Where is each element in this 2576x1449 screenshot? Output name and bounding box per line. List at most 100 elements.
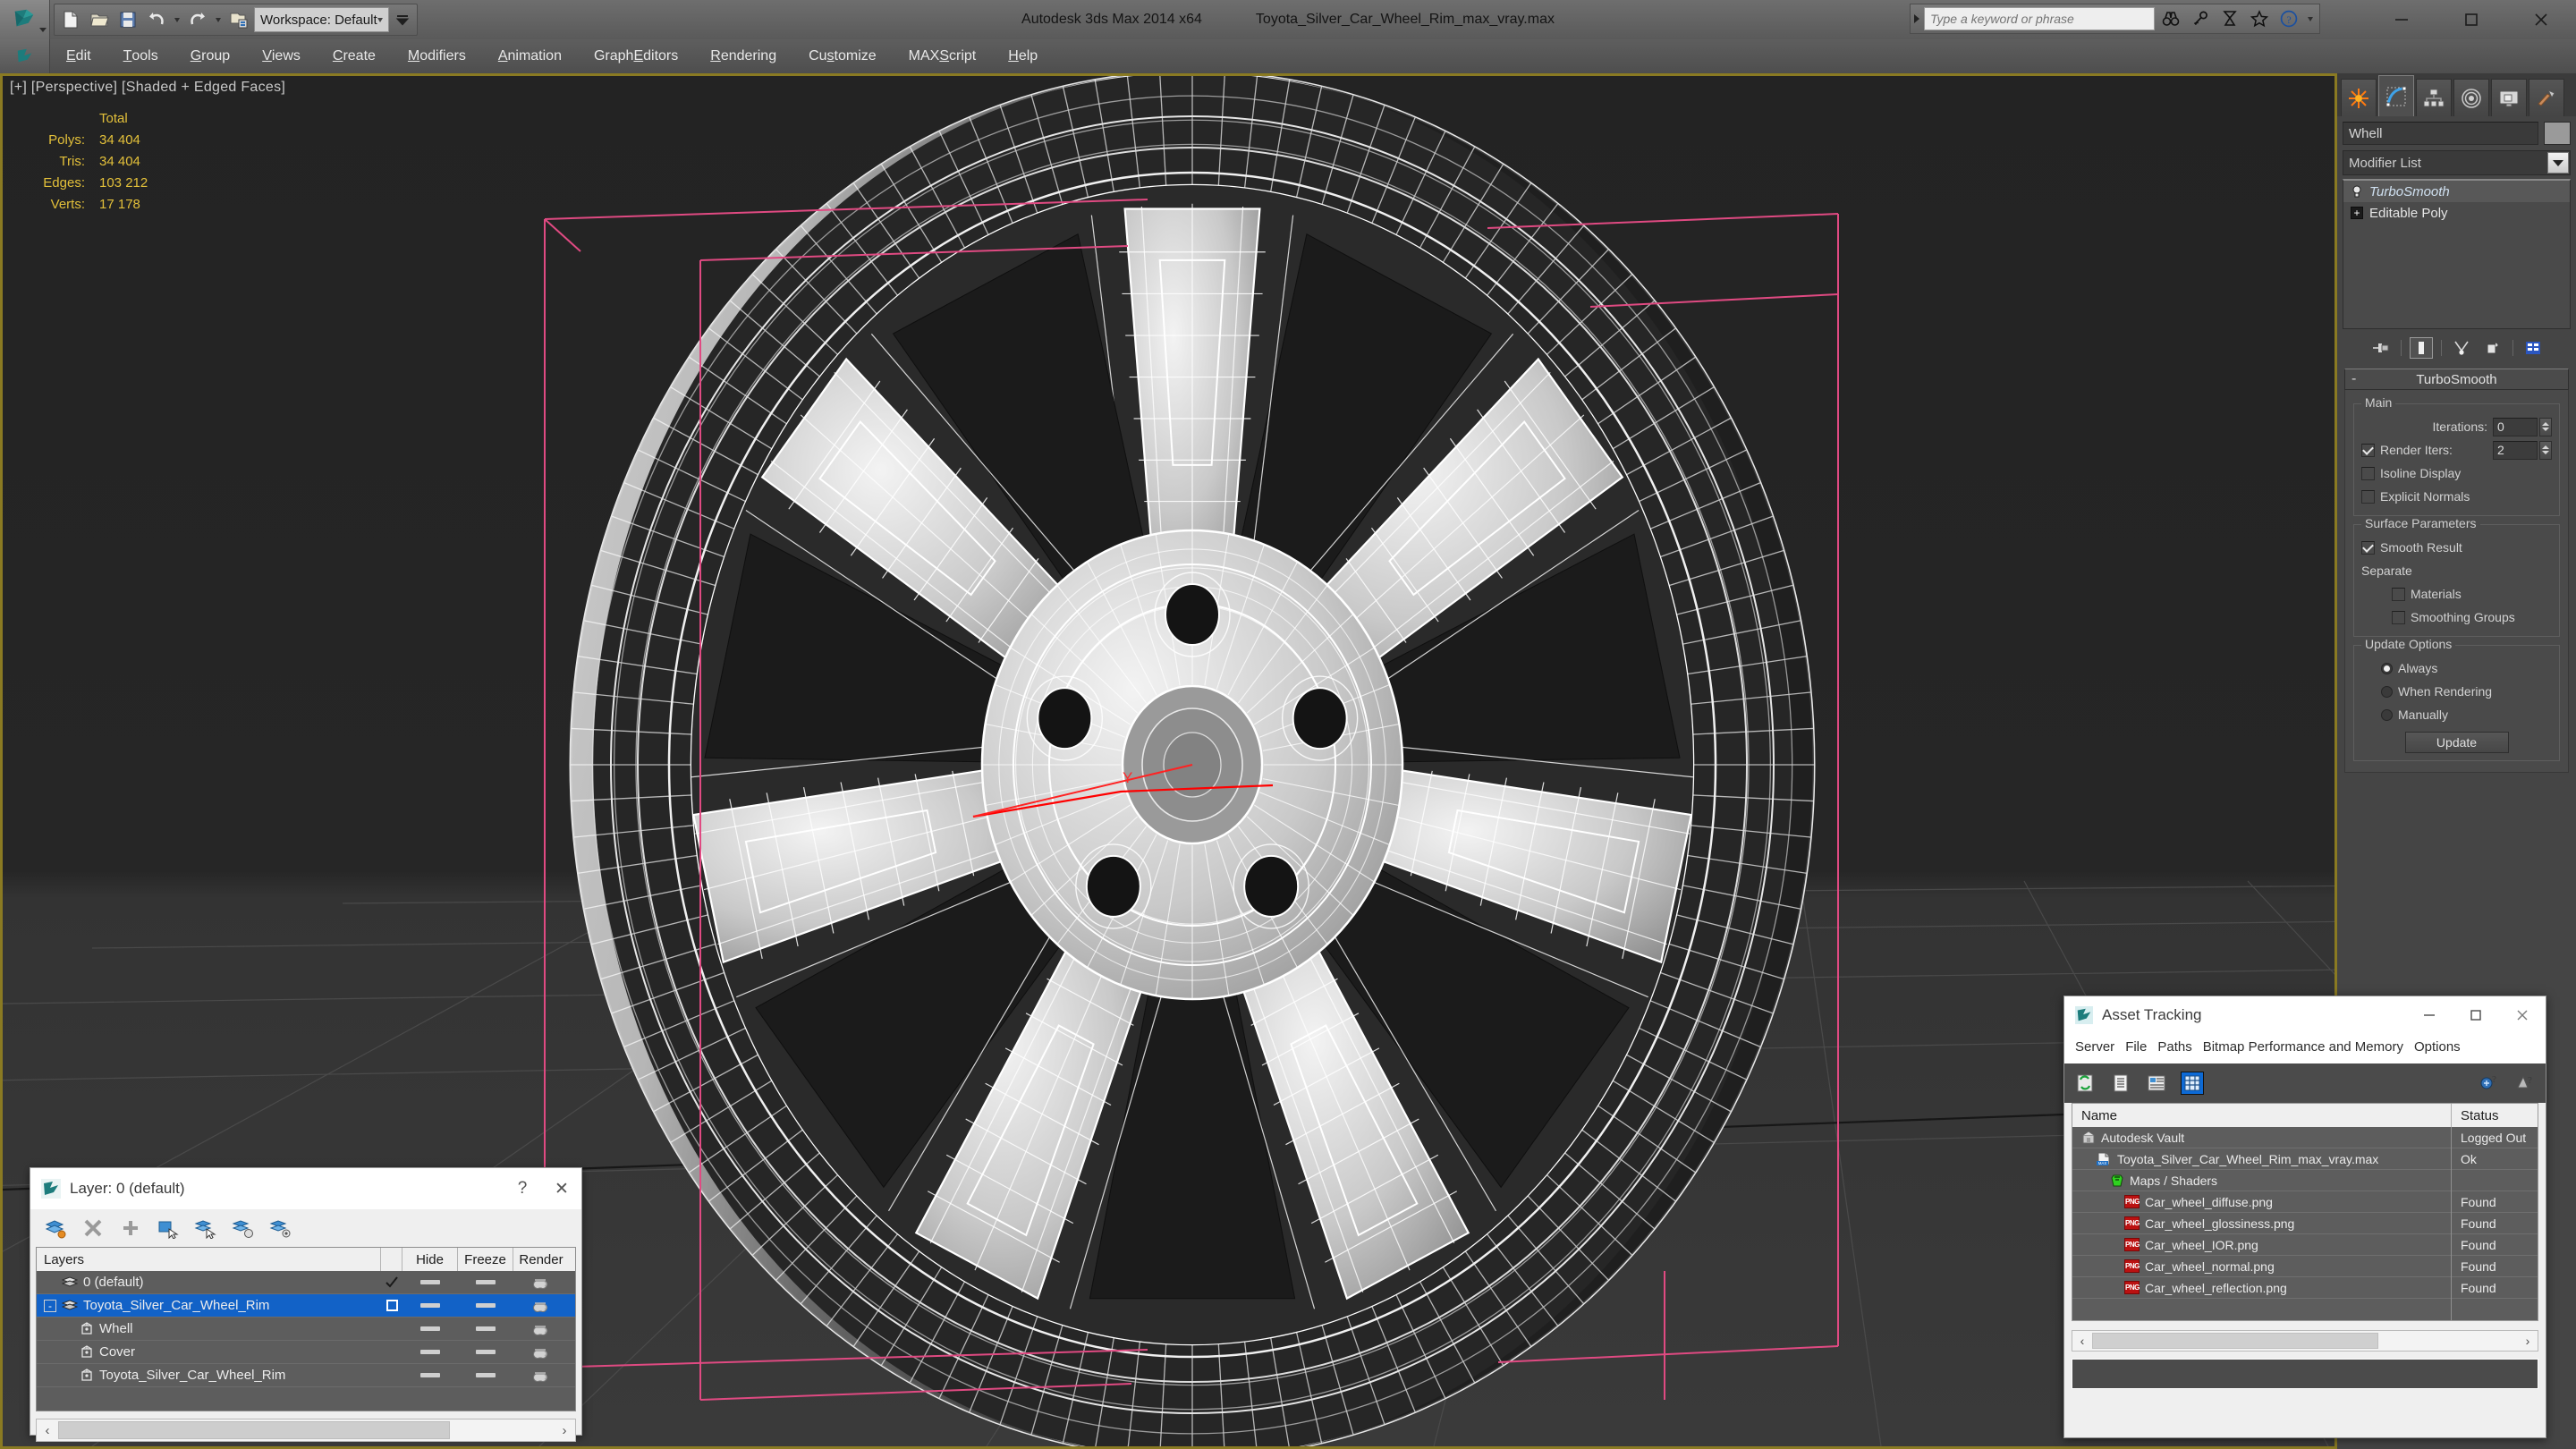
- column-freeze[interactable]: Freeze: [458, 1248, 513, 1271]
- layer-hide-toggle[interactable]: [402, 1373, 458, 1377]
- menu-item-animation[interactable]: Animation: [482, 39, 578, 73]
- layer-freeze-toggle[interactable]: [458, 1373, 513, 1377]
- detail-view-icon[interactable]: [2145, 1072, 2168, 1095]
- set-project-folder-icon[interactable]: [225, 6, 252, 33]
- column-status[interactable]: Status: [2452, 1104, 2538, 1127]
- workspace-selector[interactable]: Workspace: Default: [254, 7, 389, 32]
- asset-tracking-dialog[interactable]: Asset Tracking Server File Paths Bitmap Per…: [2063, 996, 2546, 1438]
- search-input[interactable]: [1924, 7, 2155, 30]
- asset-row[interactable]: PNG Car_wheel_reflection.png Found: [2072, 1276, 2538, 1299]
- spinner-arrows-icon[interactable]: [2539, 440, 2552, 460]
- search-binoculars-icon[interactable]: [2157, 6, 2184, 31]
- asset-row[interactable]: Maps / Shaders: [2072, 1169, 2538, 1191]
- update-always-row[interactable]: Always: [2361, 657, 2552, 680]
- hierarchy-tab[interactable]: [2416, 79, 2452, 116]
- rollout-collapse-icon[interactable]: -: [2351, 371, 2356, 387]
- asset-close-button[interactable]: [2499, 996, 2546, 1034]
- highlight-selected-objects-layer-icon[interactable]: [193, 1216, 218, 1241]
- redo-icon[interactable]: [184, 6, 211, 33]
- layer-render-toggle[interactable]: [513, 1368, 569, 1383]
- object-color-swatch[interactable]: [2544, 122, 2571, 145]
- smooth-result-checkbox[interactable]: [2361, 540, 2375, 555]
- layer-dialog[interactable]: Layer: 0 (default) ? ✕ Layers Hide Freez…: [30, 1167, 582, 1442]
- menu-item-create[interactable]: Create: [317, 39, 392, 73]
- layer-row[interactable]: Cover: [37, 1341, 575, 1364]
- layer-help-button[interactable]: ?: [503, 1168, 542, 1209]
- menu-item-maxscript[interactable]: MAX Script: [893, 39, 993, 73]
- asset-maximize-button[interactable]: [2453, 996, 2499, 1034]
- column-current[interactable]: [381, 1248, 402, 1271]
- layer-current-toggle[interactable]: [381, 1300, 402, 1311]
- explicit-normals-checkbox[interactable]: [2361, 489, 2375, 504]
- make-unique-icon[interactable]: [2450, 337, 2473, 359]
- menu-item-views[interactable]: Views: [246, 39, 317, 73]
- help-dropdown-caret-icon[interactable]: [2308, 16, 2313, 21]
- layer-hide-toggle[interactable]: [402, 1350, 458, 1354]
- update-always-radio[interactable]: [2381, 662, 2393, 674]
- smoothing-groups-checkbox[interactable]: [2392, 610, 2405, 624]
- configure-modifier-sets-icon[interactable]: [2521, 337, 2545, 359]
- asset-menu-bitmap-performance-and-memory[interactable]: Bitmap Performance and Memory: [2203, 1036, 2414, 1058]
- modifier-list-dropdown[interactable]: Modifier List: [2343, 150, 2571, 175]
- scroll-thumb[interactable]: [2092, 1333, 2378, 1349]
- layer-freeze-toggle[interactable]: [458, 1280, 513, 1284]
- grid-view-icon[interactable]: [2181, 1072, 2204, 1095]
- scroll-thumb[interactable]: [58, 1421, 450, 1439]
- smoothing-groups-row[interactable]: Smoothing Groups: [2361, 606, 2552, 629]
- layer-render-toggle[interactable]: [513, 1345, 569, 1360]
- open-file-icon[interactable]: [86, 6, 113, 33]
- layer-hide-toggle[interactable]: [402, 1326, 458, 1331]
- scroll-left-icon[interactable]: ‹: [2072, 1334, 2092, 1348]
- update-when-rendering-radio[interactable]: [2381, 685, 2393, 698]
- explicit-normals-row[interactable]: Explicit Normals: [2361, 485, 2552, 508]
- asset-menu-server[interactable]: Server: [2075, 1036, 2125, 1058]
- update-manually-row[interactable]: Manually: [2361, 703, 2552, 726]
- scroll-right-icon[interactable]: ›: [2518, 1334, 2538, 1348]
- layer-horizontal-scrollbar[interactable]: ‹ ›: [36, 1419, 576, 1442]
- new-file-icon[interactable]: [57, 6, 84, 33]
- save-file-icon[interactable]: [114, 6, 141, 33]
- list-view-icon[interactable]: [2109, 1072, 2132, 1095]
- iterations-spinner[interactable]: [2493, 417, 2552, 436]
- asset-minimize-button[interactable]: [2406, 996, 2453, 1034]
- layer-current-toggle[interactable]: [381, 1275, 402, 1290]
- column-layers[interactable]: Layers: [37, 1248, 381, 1271]
- subscription-icon[interactable]: [2216, 6, 2243, 31]
- vault-login-icon[interactable]: ?: [2478, 1072, 2501, 1095]
- update-button[interactable]: Update: [2404, 732, 2509, 753]
- asset-menu-file[interactable]: File: [2125, 1036, 2157, 1058]
- update-manually-radio[interactable]: [2381, 708, 2393, 721]
- maximize-button[interactable]: [2436, 0, 2506, 39]
- stack-item-editable-poly[interactable]: + Editable Poly: [2343, 202, 2570, 224]
- layer-render-toggle[interactable]: [513, 1299, 569, 1313]
- create-new-layer-icon[interactable]: [43, 1216, 68, 1241]
- render-iters-spinner[interactable]: [2493, 440, 2552, 460]
- scroll-right-icon[interactable]: ›: [554, 1423, 575, 1438]
- app-menu-button[interactable]: [0, 0, 50, 39]
- smooth-result-row[interactable]: Smooth Result: [2361, 536, 2552, 559]
- key-icon[interactable]: [2187, 6, 2214, 31]
- render-iters-input[interactable]: [2493, 440, 2538, 460]
- layer-close-button[interactable]: ✕: [542, 1168, 581, 1209]
- asset-row[interactable]: Autodesk Vault Logged Out: [2072, 1126, 2538, 1148]
- layer-hide-toggle[interactable]: [402, 1303, 458, 1308]
- layer-render-toggle[interactable]: [513, 1322, 569, 1336]
- add-selection-to-layer-icon[interactable]: [118, 1216, 143, 1241]
- viewport-label[interactable]: [+] [Perspective] [Shaded + Edged Faces]: [10, 80, 285, 96]
- object-name-field[interactable]: Whell: [2343, 122, 2538, 145]
- update-when-rendering-row[interactable]: When Rendering: [2361, 680, 2552, 703]
- create-tab[interactable]: [2341, 79, 2377, 116]
- expand-plus-icon[interactable]: +: [2351, 207, 2363, 219]
- asset-row[interactable]: PNG Car_wheel_diffuse.png Found: [2072, 1191, 2538, 1213]
- vault-help-icon[interactable]: ?: [2513, 1072, 2537, 1095]
- display-tab[interactable]: [2491, 79, 2527, 116]
- isoline-display-checkbox[interactable]: [2361, 466, 2375, 480]
- pin-stack-icon[interactable]: [2369, 337, 2393, 359]
- asset-list[interactable]: Name Status Autodesk Vault Logged Out MAX T…: [2072, 1103, 2538, 1321]
- column-hide[interactable]: Hide: [402, 1248, 458, 1271]
- layer-row[interactable]: - Toyota_Silver_Car_Wheel_Rim: [37, 1294, 575, 1318]
- undo-icon[interactable]: [143, 6, 170, 33]
- menu-item-help[interactable]: Help: [992, 39, 1054, 73]
- menu-item-customize[interactable]: Cu s tomize: [792, 39, 893, 73]
- asset-row[interactable]: PNG Car_wheel_glossiness.png Found: [2072, 1212, 2538, 1234]
